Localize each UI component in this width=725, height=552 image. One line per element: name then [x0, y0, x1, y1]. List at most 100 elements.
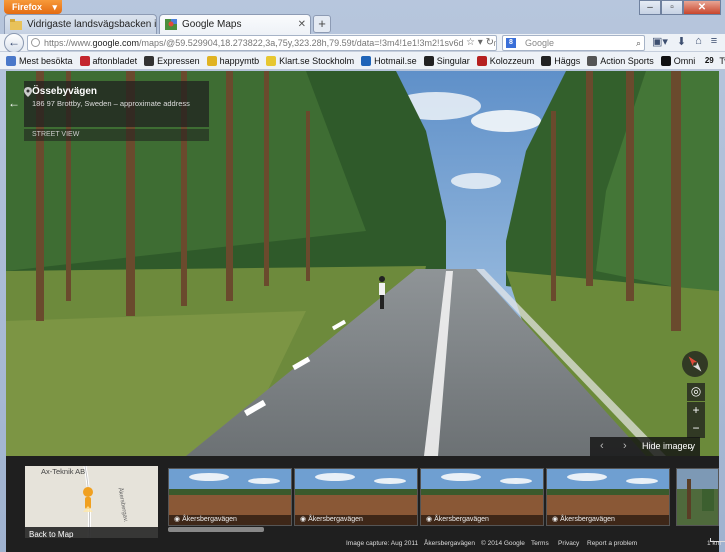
street-name: Össebyvägen [32, 86, 98, 97]
url-bar[interactable]: https://www.google.com/maps/@59.529904,1… [27, 35, 497, 51]
bookmark-item[interactable]: Klart.se Stockholm [266, 55, 355, 66]
tab-vidrigaste[interactable]: Vidrigaste landsvägsbacken i Stockho... [4, 14, 157, 34]
firefox-menu-button[interactable]: Firefox ▾ [4, 0, 62, 14]
download-icon[interactable]: ⬇ [677, 35, 686, 48]
toolbar-icons: ▣▾ ⬇ ⌂ ≡ [652, 35, 717, 48]
globe-icon [31, 38, 40, 47]
bookmark-item[interactable]: aftonbladet [79, 55, 138, 66]
folder-tab-icon [10, 19, 22, 30]
eye-icon: ◉ [300, 516, 309, 523]
bookmark-item[interactable]: Action Sports [587, 55, 654, 66]
zoom-in-button[interactable]: + [687, 402, 705, 420]
tab-label: Vidrigaste landsvägsbacken i Stockho... [27, 19, 157, 30]
back-arrow-icon[interactable]: ← [8, 96, 20, 110]
back-button[interactable]: ← [4, 33, 24, 53]
image-capture-date: Image capture: Aug 2011 [346, 540, 419, 547]
bookmark-icon [144, 55, 155, 66]
terms-link[interactable]: Terms [531, 538, 549, 550]
thumbnail-caption: ◉ Åkersbergavägen [421, 515, 543, 525]
thumbnail-partial[interactable] [676, 468, 719, 526]
search-icon[interactable]: ⌕ [636, 36, 641, 50]
chevron-down-icon: ⌄ [686, 441, 694, 451]
bookmark-icon [660, 55, 671, 66]
url-path: /maps/@59.529904,18.273822,3a,75y,323.28… [139, 38, 496, 48]
imagery-strip: Ax-Teknik AB Åkersbergav. Back to Map ◉ … [6, 456, 719, 543]
location-pin-icon[interactable] [24, 87, 32, 97]
bookmark-item[interactable]: happymtb [206, 55, 260, 66]
bookmark-icon [361, 55, 372, 66]
browser-window: Firefox ▾ – ▫ ✕ Vidrigaste landsvägsbacke… [0, 0, 725, 552]
zoom-out-button[interactable]: − [687, 420, 705, 438]
compass-icon[interactable] [682, 351, 708, 377]
locate-me-button[interactable]: ◎ [687, 383, 705, 401]
bookmark-icon [476, 55, 487, 66]
bookmark-item[interactable]: Mest besökta [6, 55, 73, 66]
bookmark-icon [541, 55, 552, 66]
bookmark-label: Expressen [157, 55, 200, 66]
eye-icon: ◉ [552, 516, 561, 523]
star-icon[interactable]: ☆ [466, 37, 475, 48]
address-detail: 186 97 Brottby, Sweden – approximate add… [32, 99, 190, 108]
street-view-panorama[interactable]: ← Össebyvägen 186 97 Brottby, Sweden – a… [6, 71, 719, 456]
new-tab-button[interactable]: + [313, 15, 331, 33]
close-tab-icon[interactable]: ✕ [298, 15, 306, 34]
bookmark-item[interactable]: Omni [660, 55, 695, 66]
google-icon: 8 [506, 38, 516, 48]
dropdown-icon[interactable]: ▾ [478, 37, 483, 48]
bookmark-icon [206, 55, 217, 66]
thumbnail-caption: ◉ Åkersbergavägen [295, 515, 417, 525]
thumbnail-caption: ◉ Åkersbergavägen [547, 515, 669, 525]
imagery-thumbnail[interactable]: ◉ Åkersbergavägen [294, 468, 418, 526]
footer-road: Åkersbergavägen [424, 540, 475, 547]
screenshot-icon[interactable]: ▣▾ [652, 35, 668, 48]
bookmark-label: aftonbladet [92, 55, 138, 66]
bookmark-icon [423, 55, 434, 66]
bookmark-item[interactable]: Häggs [541, 55, 581, 66]
bookmark-icon [266, 55, 277, 66]
bookmark-label: Klart.se Stockholm [279, 55, 355, 66]
thumbnail-caption-text: Åkersbergavägen [308, 516, 363, 523]
bookmark-label: Häggs [554, 55, 581, 66]
compass-needle-icon [688, 356, 702, 372]
bookmark-item[interactable]: 29 Twenty Nine Inches [702, 56, 725, 66]
privacy-link[interactable]: Privacy [558, 538, 579, 550]
tab-google-maps[interactable]: Google Maps ✕ [159, 14, 311, 34]
thumbnail-image [677, 469, 718, 525]
report-problem-link[interactable]: Report a problem [587, 538, 637, 550]
hide-imagery-panel[interactable]: ‹ › Hide imagery ⌄ [590, 437, 700, 456]
minimize-button[interactable]: – [639, 0, 661, 15]
bookmark-item[interactable]: Kolozzeum [476, 55, 534, 66]
bookmark-icon [79, 55, 90, 66]
bookmarks-bar: Mest besökta aftonbladet Expressen happymtb… [0, 52, 725, 70]
map-footer: Image capture: Aug 2011 Åkersbergavägen … [6, 538, 725, 552]
search-box[interactable]: 8 Google ⌕ [502, 35, 645, 51]
bookmark-item[interactable]: Singular [423, 55, 470, 66]
menu-icon[interactable]: ≡ [711, 35, 717, 48]
navigation-bar: ← https://www.google.com/maps/@59.529904… [0, 33, 725, 53]
imagery-thumbnail[interactable]: ◉ Åkersbergavägen [546, 468, 670, 526]
bookmark-item[interactable]: Expressen [144, 55, 200, 66]
maximize-button[interactable]: ▫ [661, 0, 683, 15]
bookmark-label: Twenty Nine Inches [719, 55, 725, 66]
reload-icon[interactable]: ↻ [486, 37, 494, 48]
bookmark-label: Action Sports [600, 55, 654, 66]
bookmark-label: Mest besökta [19, 55, 73, 66]
chevron-left-icon[interactable]: ‹ [600, 437, 604, 456]
bookmark-icon [587, 55, 598, 66]
firefox-menu-label: Firefox [12, 2, 43, 12]
thumbnail-caption: ◉ Åkersbergavägen [169, 515, 291, 525]
imagery-thumbnail[interactable]: ◉ Åkersbergavägen [168, 468, 292, 526]
home-icon[interactable]: ⌂ [695, 35, 702, 48]
url-host: google.com [92, 38, 140, 48]
close-window-button[interactable]: ✕ [683, 0, 721, 15]
url-prefix: https://www. [44, 38, 93, 48]
bookmark-item[interactable]: Hotmail.se [361, 55, 417, 66]
eye-icon: ◉ [426, 516, 435, 523]
strip-scrollbar[interactable] [168, 527, 264, 532]
imagery-thumbnail[interactable]: ◉ Åkersbergavägen [420, 468, 544, 526]
address-card: Össebyvägen 186 97 Brottby, Sweden – app… [24, 81, 209, 127]
map-place-label: Ax-Teknik AB [41, 467, 86, 476]
url-actions: ☆ ▾ ↻ [463, 36, 494, 50]
chevron-right-icon[interactable]: › [623, 437, 627, 456]
bookmark-label: happymtb [219, 55, 260, 66]
